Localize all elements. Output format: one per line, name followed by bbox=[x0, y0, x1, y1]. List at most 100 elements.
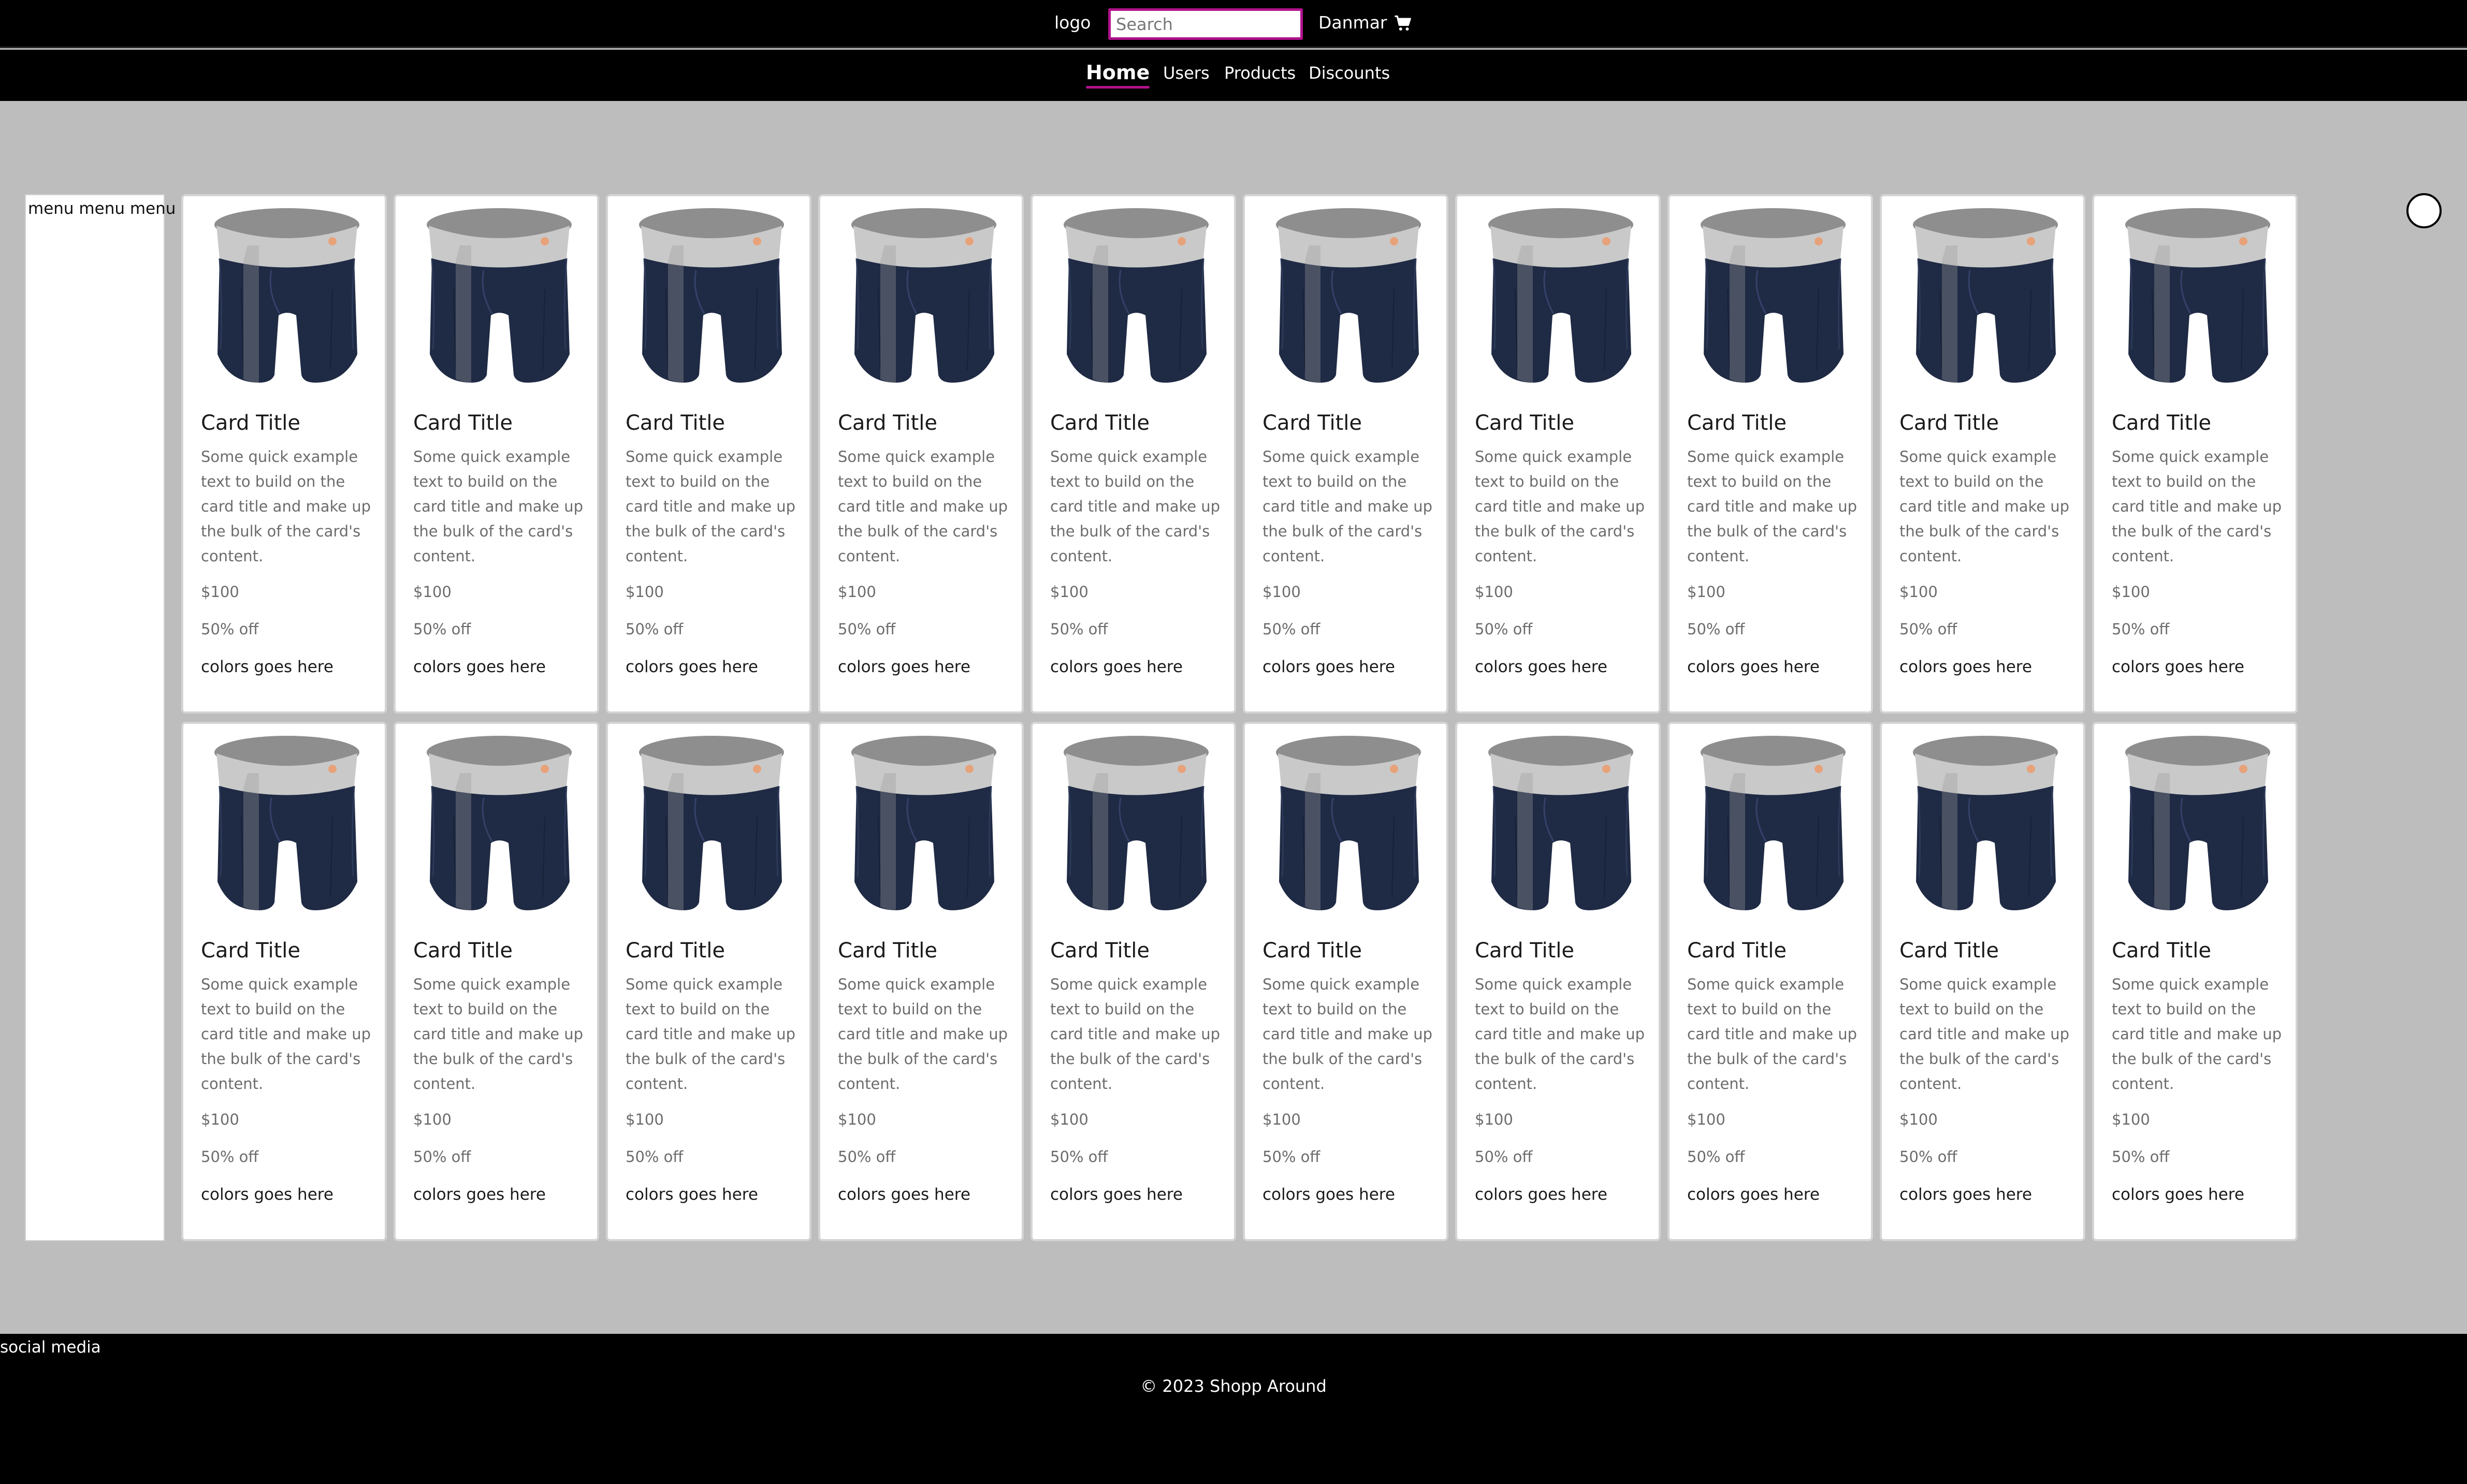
product-image bbox=[2120, 732, 2275, 913]
card-title: Card Title bbox=[201, 939, 301, 963]
card-colors: colors goes here bbox=[1899, 1185, 2032, 1204]
product-image bbox=[1271, 204, 1426, 385]
card-title: Card Title bbox=[2112, 939, 2212, 963]
card-text: Some quick example text to build on the … bbox=[201, 448, 371, 565]
user-name[interactable]: Danmar bbox=[1318, 12, 1387, 33]
card-discount: 50% off bbox=[1475, 1148, 1533, 1166]
nav-item-users[interactable]: Users bbox=[1163, 63, 1210, 83]
card-discount: 50% off bbox=[838, 1148, 896, 1166]
card-title: Card Title bbox=[413, 411, 513, 435]
card-text: Some quick example text to build on the … bbox=[413, 448, 584, 565]
nav-item-home[interactable]: Home bbox=[1086, 61, 1150, 89]
product-image bbox=[634, 732, 789, 913]
card-body: Card Title Some quick example text to bu… bbox=[1262, 411, 1436, 676]
nav-item-discounts[interactable]: Discounts bbox=[1309, 63, 1390, 83]
product-image bbox=[209, 204, 365, 385]
card-price: $100 bbox=[413, 583, 452, 601]
nav-item-products[interactable]: Products bbox=[1224, 63, 1296, 83]
card-colors: colors goes here bbox=[201, 1185, 333, 1204]
card-colors: colors goes here bbox=[1262, 658, 1395, 676]
product-card[interactable]: Card Title Some quick example text to bu… bbox=[606, 194, 811, 714]
product-card[interactable]: Card Title Some quick example text to bu… bbox=[1880, 194, 2085, 714]
card-price: $100 bbox=[1475, 1111, 1513, 1128]
social-media-link[interactable]: social media bbox=[0, 1338, 101, 1357]
card-text: Some quick example text to build on the … bbox=[1687, 448, 1857, 565]
product-card[interactable]: Card Title Some quick example text to bu… bbox=[606, 722, 811, 1241]
card-text: Some quick example text to build on the … bbox=[1262, 976, 1433, 1093]
card-title: Card Title bbox=[1050, 411, 1150, 435]
side-menu-item[interactable]: menu menu menu bbox=[26, 195, 176, 222]
product-card[interactable]: Card Title Some quick example text to bu… bbox=[1880, 722, 2085, 1241]
product-card[interactable]: Card Title Some quick example text to bu… bbox=[1031, 722, 1236, 1241]
card-body: Card Title Some quick example text to bu… bbox=[1475, 939, 1648, 1204]
product-card[interactable]: Card Title Some quick example text to bu… bbox=[818, 722, 1024, 1241]
cart-icon[interactable] bbox=[1394, 14, 1413, 32]
product-card[interactable]: Card Title Some quick example text to bu… bbox=[181, 722, 387, 1241]
card-colors: colors goes here bbox=[1687, 658, 1820, 676]
card-body: Card Title Some quick example text to bu… bbox=[1687, 411, 1861, 676]
nav-bar: Home Users Products Discounts bbox=[0, 50, 2467, 101]
card-text: Some quick example text to build on the … bbox=[838, 976, 1008, 1093]
product-image bbox=[209, 732, 365, 913]
card-discount: 50% off bbox=[1475, 620, 1533, 638]
top-bar: logo Danmar bbox=[0, 0, 2467, 48]
card-body: Card Title Some quick example text to bu… bbox=[1475, 411, 1648, 676]
card-title: Card Title bbox=[201, 411, 301, 435]
product-image bbox=[1695, 732, 1851, 913]
card-title: Card Title bbox=[838, 939, 938, 963]
product-image bbox=[1058, 204, 1214, 385]
card-text: Some quick example text to build on the … bbox=[1687, 976, 1857, 1093]
product-card[interactable]: Card Title Some quick example text to bu… bbox=[1455, 194, 1661, 714]
product-image bbox=[1908, 732, 2063, 913]
product-card[interactable]: Card Title Some quick example text to bu… bbox=[394, 722, 599, 1241]
card-colors: colors goes here bbox=[838, 1185, 970, 1204]
product-card[interactable]: Card Title Some quick example text to bu… bbox=[2092, 722, 2298, 1241]
card-price: $100 bbox=[626, 583, 664, 601]
circle-button[interactable] bbox=[2406, 193, 2442, 228]
card-discount: 50% off bbox=[1899, 1148, 1957, 1166]
card-title: Card Title bbox=[626, 939, 725, 963]
product-image bbox=[1271, 732, 1426, 913]
product-card[interactable]: Card Title Some quick example text to bu… bbox=[1667, 194, 1873, 714]
card-text: Some quick example text to build on the … bbox=[413, 976, 584, 1093]
product-image bbox=[846, 732, 1002, 913]
card-title: Card Title bbox=[838, 411, 938, 435]
card-text: Some quick example text to build on the … bbox=[838, 448, 1008, 565]
card-text: Some quick example text to build on the … bbox=[1050, 976, 1221, 1093]
card-discount: 50% off bbox=[201, 620, 259, 638]
card-title: Card Title bbox=[1687, 411, 1787, 435]
card-discount: 50% off bbox=[2112, 1148, 2170, 1166]
card-text: Some quick example text to build on the … bbox=[1475, 976, 1645, 1093]
card-title: Card Title bbox=[1899, 411, 1999, 435]
product-image bbox=[422, 732, 577, 913]
card-colors: colors goes here bbox=[2112, 1185, 2244, 1204]
card-colors: colors goes here bbox=[413, 658, 546, 676]
active-underline bbox=[1086, 86, 1150, 89]
card-discount: 50% off bbox=[413, 620, 471, 638]
product-card[interactable]: Card Title Some quick example text to bu… bbox=[2092, 194, 2298, 714]
card-discount: 50% off bbox=[2112, 620, 2170, 638]
card-discount: 50% off bbox=[201, 1148, 259, 1166]
card-price: $100 bbox=[1262, 1111, 1301, 1128]
search-input[interactable] bbox=[1108, 8, 1303, 40]
product-card[interactable]: Card Title Some quick example text to bu… bbox=[181, 194, 387, 714]
card-body: Card Title Some quick example text to bu… bbox=[2112, 939, 2285, 1204]
card-colors: colors goes here bbox=[1262, 1185, 1395, 1204]
card-title: Card Title bbox=[1687, 939, 1787, 963]
card-discount: 50% off bbox=[413, 1148, 471, 1166]
card-title: Card Title bbox=[1262, 939, 1362, 963]
product-card[interactable]: Card Title Some quick example text to bu… bbox=[1455, 722, 1661, 1241]
card-price: $100 bbox=[1687, 1111, 1725, 1128]
card-discount: 50% off bbox=[1050, 620, 1108, 638]
product-card[interactable]: Card Title Some quick example text to bu… bbox=[1243, 194, 1448, 714]
card-body: Card Title Some quick example text to bu… bbox=[413, 939, 587, 1204]
product-card[interactable]: Card Title Some quick example text to bu… bbox=[818, 194, 1024, 714]
logo[interactable]: logo bbox=[1054, 12, 1091, 33]
product-card[interactable]: Card Title Some quick example text to bu… bbox=[1667, 722, 1873, 1241]
product-card[interactable]: Card Title Some quick example text to bu… bbox=[1243, 722, 1448, 1241]
product-card[interactable]: Card Title Some quick example text to bu… bbox=[394, 194, 599, 714]
product-grid: Card Title Some quick example text to bu… bbox=[181, 194, 2299, 1243]
product-card[interactable]: Card Title Some quick example text to bu… bbox=[1031, 194, 1236, 714]
card-title: Card Title bbox=[1050, 939, 1150, 963]
footer: social media © 2023 Shopp Around bbox=[0, 1334, 2467, 1484]
